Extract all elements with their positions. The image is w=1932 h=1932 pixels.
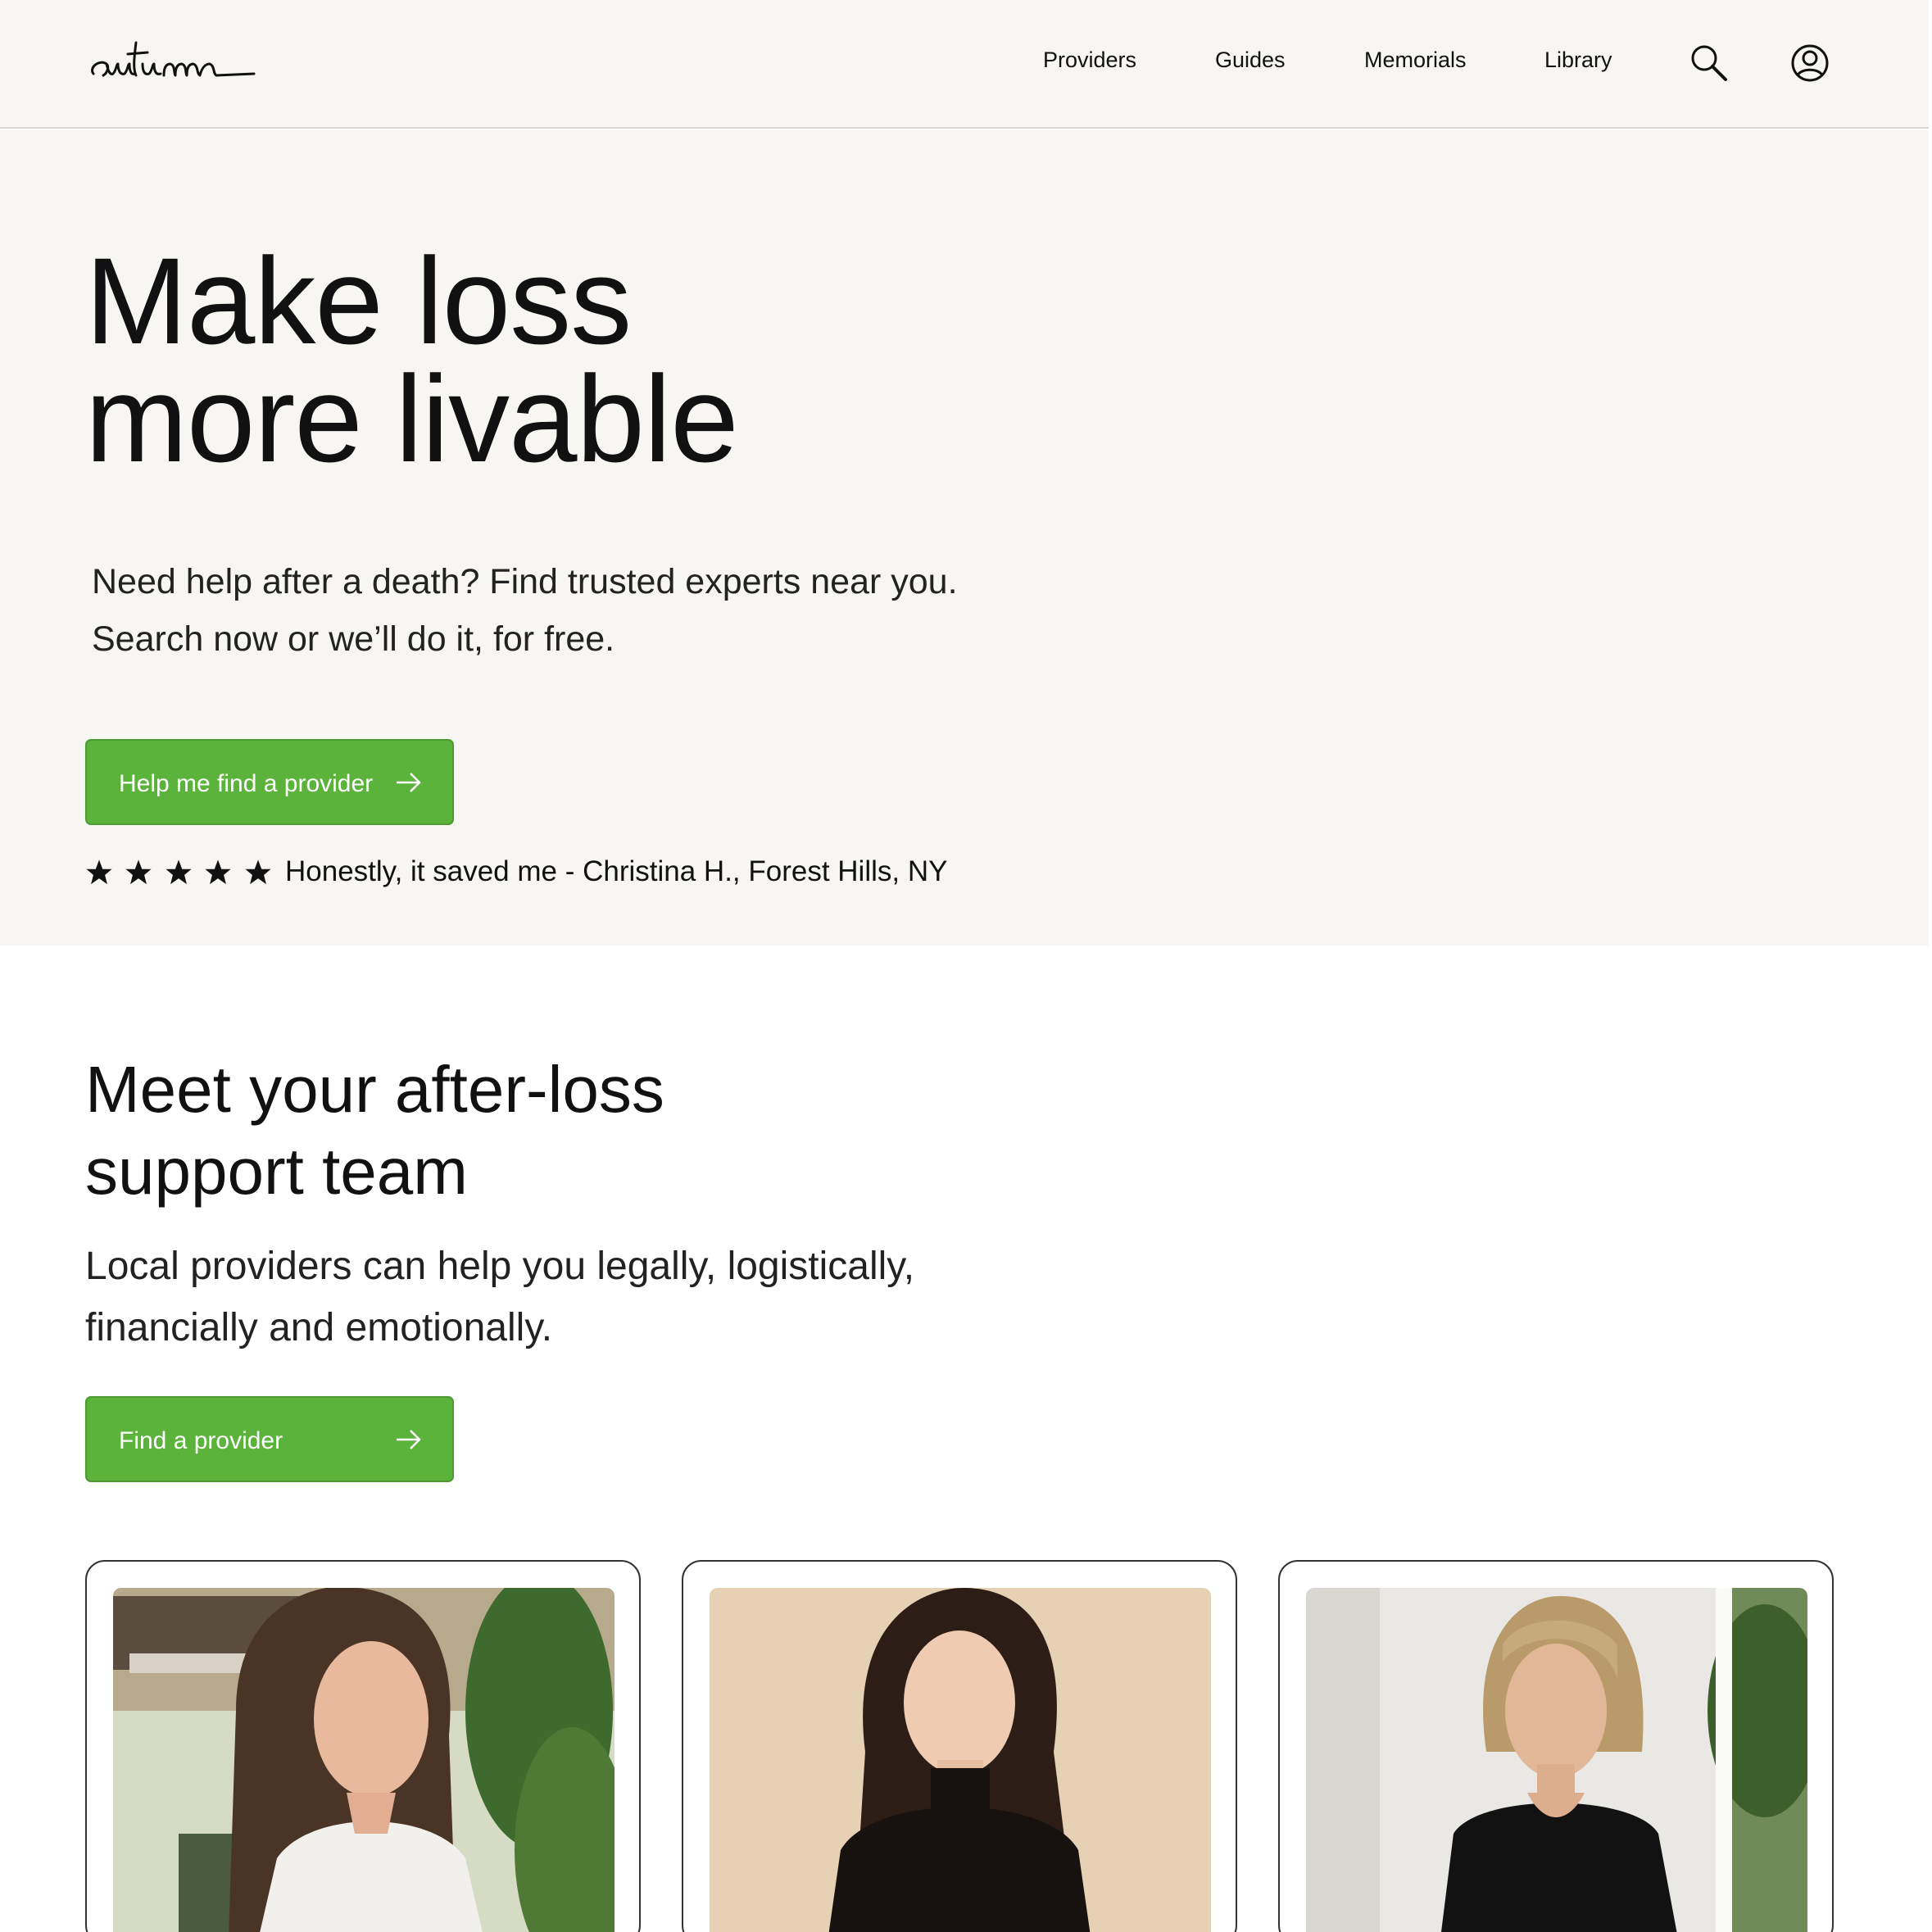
star-icon xyxy=(205,859,231,885)
provider-card[interactable] xyxy=(682,1560,1237,1932)
nav-providers[interactable]: Providers xyxy=(1043,48,1136,73)
arrow-right-icon xyxy=(397,773,421,792)
hero-subtitle-line2: Search now or we’ll do it, for free. xyxy=(92,619,615,659)
team-title-line2: support team xyxy=(85,1135,468,1208)
rating-stars xyxy=(85,859,280,891)
hero-title-line2: more livable xyxy=(85,350,739,488)
hero-subtitle: Need help after a death? Find trusted ex… xyxy=(92,553,958,668)
provider-photo xyxy=(1306,1588,1807,1932)
provider-card[interactable] xyxy=(1278,1560,1834,1932)
account-icon[interactable] xyxy=(1790,43,1830,83)
star-icon xyxy=(125,859,152,885)
provider-card[interactable] xyxy=(85,1560,641,1932)
team-subtitle-line2: financially and emotionally. xyxy=(85,1306,553,1349)
hero-section: Make loss more livable Need help after a… xyxy=(0,130,1929,946)
testimonial-quote: Honestly, it saved me - Christina H., Fo… xyxy=(285,855,948,887)
provider-photo xyxy=(113,1588,615,1932)
arrow-right-icon xyxy=(397,1430,421,1449)
team-title-line1: Meet your after-loss xyxy=(85,1053,664,1126)
team-section-title: Meet your after-loss support team xyxy=(85,1049,664,1213)
nav-guides[interactable]: Guides xyxy=(1215,48,1286,73)
star-icon xyxy=(86,859,112,885)
star-icon xyxy=(166,859,192,885)
hero-title: Make loss more livable xyxy=(85,232,739,488)
nav-library[interactable]: Library xyxy=(1544,48,1612,73)
provider-photo xyxy=(710,1588,1211,1932)
find-provider-button[interactable]: Find a provider xyxy=(85,1396,454,1482)
autumn-logo[interactable] xyxy=(85,31,257,88)
team-section-subtitle: Local providers can help you legally, lo… xyxy=(85,1236,914,1358)
hero-title-line1: Make loss xyxy=(85,232,632,370)
help-find-provider-button[interactable]: Help me find a provider xyxy=(85,739,454,825)
team-subtitle-line1: Local providers can help you legally, lo… xyxy=(85,1245,915,1288)
hero-subtitle-line1: Need help after a death? Find trusted ex… xyxy=(92,562,958,601)
button-label: Help me find a provider xyxy=(119,770,374,797)
search-icon[interactable] xyxy=(1689,43,1729,83)
star-icon xyxy=(245,859,271,885)
nav-memorials[interactable]: Memorials xyxy=(1364,48,1467,73)
site-header: Providers Guides Memorials Library xyxy=(0,0,1929,129)
button-label: Find a provider xyxy=(119,1427,283,1454)
